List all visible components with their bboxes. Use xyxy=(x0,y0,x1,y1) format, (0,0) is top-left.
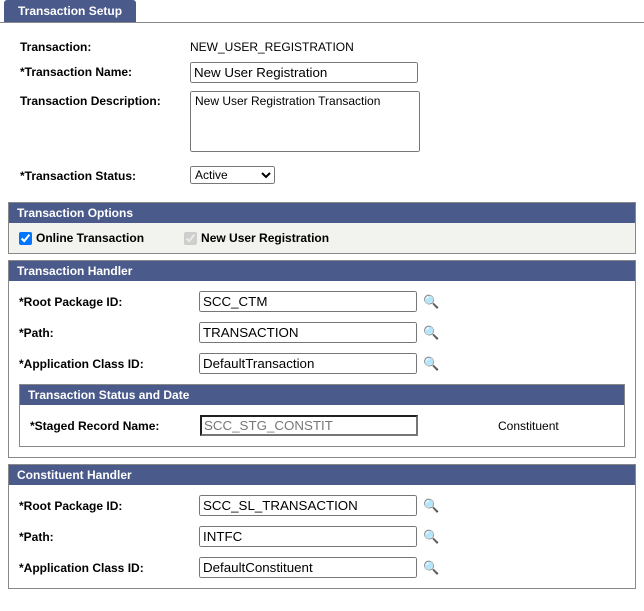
transaction-description-input[interactable] xyxy=(190,91,420,152)
staged-record-input[interactable] xyxy=(200,415,418,436)
transaction-value: NEW_USER_REGISTRATION xyxy=(190,37,354,54)
online-transaction-label: Online Transaction xyxy=(36,231,144,245)
ch-path-label: *Path: xyxy=(19,530,199,544)
constituent-handler-header: Constituent Handler xyxy=(9,465,635,485)
th-path-label: *Path: xyxy=(19,326,199,340)
tab-transaction-setup[interactable]: Transaction Setup xyxy=(4,0,136,22)
staged-record-trail: Constituent xyxy=(498,419,559,433)
staged-record-label: *Staged Record Name: xyxy=(30,419,200,433)
th-root-label: *Root Package ID: xyxy=(19,295,199,309)
online-transaction-checkbox[interactable] xyxy=(19,232,32,245)
transaction-name-label: *Transaction Name: xyxy=(20,62,190,79)
ch-root-input[interactable] xyxy=(199,495,417,516)
lookup-icon[interactable]: 🔍 xyxy=(423,529,439,545)
th-path-input[interactable] xyxy=(199,322,417,343)
transaction-status-select[interactable]: Active xyxy=(190,166,275,184)
ch-path-input[interactable] xyxy=(199,526,417,547)
ch-class-input[interactable] xyxy=(199,557,417,578)
transaction-label: Transaction: xyxy=(20,37,190,54)
transaction-options-header: Transaction Options xyxy=(9,203,635,223)
lookup-icon[interactable]: 🔍 xyxy=(423,498,439,514)
th-root-input[interactable] xyxy=(199,291,417,312)
transaction-handler-header: Transaction Handler xyxy=(9,261,635,281)
th-class-label: *Application Class ID: xyxy=(19,357,199,371)
transaction-status-label: *Transaction Status: xyxy=(20,166,190,183)
lookup-icon[interactable]: 🔍 xyxy=(423,325,439,341)
new-user-registration-checkbox[interactable] xyxy=(184,232,197,245)
lookup-icon[interactable]: 🔍 xyxy=(423,356,439,372)
lookup-icon[interactable]: 🔍 xyxy=(423,560,439,576)
transaction-description-label: Transaction Description: xyxy=(20,91,190,108)
th-class-input[interactable] xyxy=(199,353,417,374)
transaction-name-input[interactable] xyxy=(190,62,418,83)
transaction-status-date-header: Transaction Status and Date xyxy=(20,385,624,405)
ch-root-label: *Root Package ID: xyxy=(19,499,199,513)
new-user-registration-label: New User Registration xyxy=(201,231,329,245)
lookup-icon[interactable]: 🔍 xyxy=(423,294,439,310)
ch-class-label: *Application Class ID: xyxy=(19,561,199,575)
